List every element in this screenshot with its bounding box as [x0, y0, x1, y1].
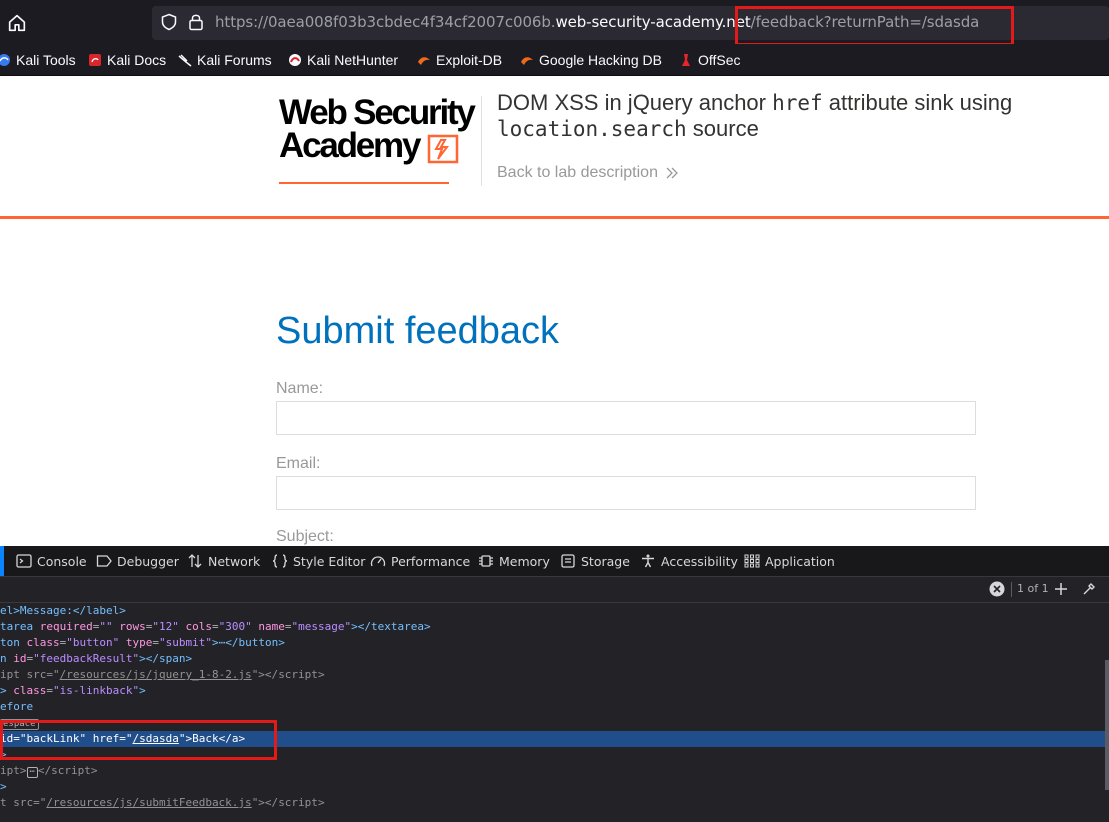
tab-memory[interactable]: Memory — [478, 546, 550, 576]
offsec-icon — [682, 54, 690, 66]
header-orange-rule — [0, 216, 1109, 219]
url-highlight-box — [735, 6, 1014, 46]
markup-line[interactable]: ton class="button" type="submit">⋯</butt… — [0, 635, 1105, 651]
name-input[interactable] — [276, 401, 976, 435]
kali-forums-icon — [178, 54, 192, 67]
console-icon — [16, 554, 32, 568]
devtools-tab-bar: Console Debugger Network Style Editor Pe… — [0, 546, 1109, 577]
logo-line-2: Academy — [279, 126, 421, 165]
markup-line[interactable]: el>Message:</label> — [0, 603, 1105, 619]
tab-accessibility[interactable]: Accessibility — [640, 546, 738, 576]
header-divider — [481, 96, 482, 186]
debugger-icon — [96, 555, 112, 567]
academy-logo-mark-icon — [427, 134, 459, 164]
back-to-lab-description-link[interactable]: Back to lab description — [497, 164, 679, 182]
markup-line[interactable]: ipt src="/resources/js/jquery_1-8-2.js">… — [0, 667, 1105, 683]
tab-console[interactable]: Console — [16, 546, 87, 576]
home-icon[interactable] — [6, 12, 28, 34]
tab-style-editor[interactable]: Style Editor — [272, 546, 365, 576]
double-chevron-right-icon — [666, 167, 678, 179]
accessibility-icon — [642, 554, 654, 568]
kali-dragon-icon — [0, 54, 10, 66]
tab-storage[interactable]: Storage — [560, 546, 630, 576]
toolbar-separator — [1011, 582, 1012, 597]
markup-line[interactable]: t src="/resources/js/submitFeedback.js">… — [0, 795, 1105, 811]
bookmark-kali-docs[interactable]: Kali Docs — [88, 50, 166, 70]
page-title: Submit feedback — [276, 310, 560, 352]
application-grid-icon — [744, 554, 760, 568]
markup-line[interactable]: n id="feedbackResult"></span> — [0, 651, 1105, 667]
search-result-count: 1 of 1 — [1017, 582, 1049, 595]
markup-line[interactable]: > class="is-linkback"> — [0, 683, 1105, 699]
shield-icon[interactable] — [160, 13, 178, 31]
eyedropper-icon[interactable] — [1082, 582, 1096, 596]
href-highlight-box — [0, 720, 277, 760]
web-security-academy-logo[interactable]: Web Security Academy — [279, 95, 479, 184]
markup-line[interactable]: efore — [0, 699, 1105, 715]
devtools-panel: Console Debugger Network Style Editor Pe… — [0, 546, 1109, 822]
add-node-icon[interactable] — [1054, 582, 1068, 596]
bookmark-offsec[interactable]: OffSec — [679, 50, 741, 70]
page-content: Web Security Academy DOM XSS in jQuery a… — [0, 76, 1109, 546]
bookmark-kali-tools[interactable]: Kali Tools — [0, 50, 76, 70]
tab-network[interactable]: Network — [187, 546, 260, 576]
bookmark-google-hacking-db[interactable]: Google Hacking DB — [520, 50, 662, 70]
lock-icon[interactable] — [188, 13, 204, 31]
clear-search-icon[interactable] — [989, 581, 1005, 597]
bookmark-kali-nethunter[interactable]: Kali NetHunter — [288, 50, 398, 70]
bookmark-kali-forums[interactable]: Kali Forums — [178, 50, 272, 70]
inspector-toolbar: 1 of 1 — [0, 577, 1109, 603]
name-label: Name: — [276, 380, 324, 397]
memory-icon — [479, 555, 493, 567]
lab-title: DOM XSS in jQuery anchor href attribute … — [497, 90, 1013, 141]
ghdb-icon — [521, 57, 533, 65]
markup-line[interactable]: tarea required="" rows="12" cols="300" n… — [0, 619, 1105, 635]
tab-performance[interactable]: Performance — [370, 546, 470, 576]
storage-icon — [561, 554, 575, 568]
markup-line[interactable]: ipt> ⋯ </script> — [0, 763, 1105, 779]
exploit-db-icon — [418, 57, 430, 65]
logo-underline — [279, 182, 449, 184]
performance-icon — [370, 556, 386, 567]
email-input[interactable] — [276, 476, 976, 510]
markup-scrollbar[interactable] — [1105, 660, 1109, 790]
bookmark-exploit-db[interactable]: Exploit-DB — [417, 50, 502, 70]
markup-line[interactable]: > — [0, 779, 1105, 795]
nethunter-icon — [289, 54, 301, 66]
inspector-tab-edge[interactable] — [0, 546, 4, 576]
subject-label: Subject: — [276, 528, 334, 545]
tab-application[interactable]: Application — [744, 546, 835, 576]
network-icon — [188, 554, 202, 568]
email-label: Email: — [276, 455, 321, 472]
style-editor-icon — [272, 554, 288, 568]
markup-view: el>Message:</label> tarea required="" ro… — [0, 603, 1109, 822]
tab-debugger[interactable]: Debugger — [96, 546, 179, 576]
kali-docs-icon — [89, 54, 101, 66]
